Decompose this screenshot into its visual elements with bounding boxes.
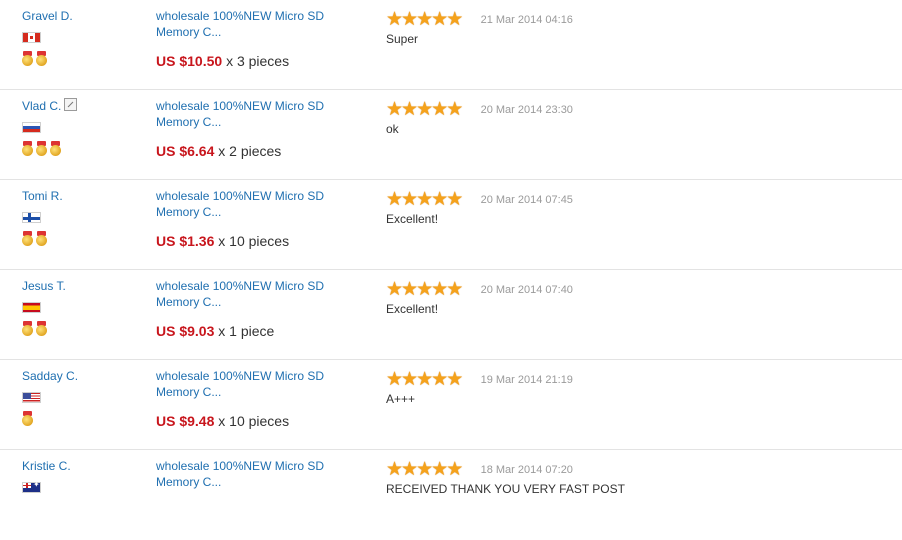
buyer-column: Vlad C. — [22, 98, 142, 157]
review-column: ★★★★★ 19 Mar 2014 21:19 A+++ — [386, 369, 886, 406]
order-price: US $6.64 — [156, 143, 215, 159]
review-column: ★★★★★ 21 Mar 2014 04:16 Super — [386, 9, 886, 46]
star-rating: ★★★★★ — [386, 189, 464, 210]
star-icon: ★ — [446, 279, 464, 300]
buyer-level-medals — [22, 51, 142, 67]
review-comment: Super — [386, 32, 419, 46]
order-price-line: US $9.48 x 10 pieces — [156, 413, 366, 429]
medal-icon — [22, 141, 33, 156]
review-column: ★★★★★ 20 Mar 2014 23:30 ok — [386, 99, 886, 136]
star-icon: ★ — [446, 189, 464, 210]
buyer-level-medals — [22, 411, 142, 427]
order-quantity: x 10 pieces — [218, 233, 290, 249]
usa-flag-icon — [22, 392, 41, 403]
order-quantity: x 3 pieces — [226, 53, 290, 69]
buyer-column: Jesus T. — [22, 278, 142, 337]
product-link[interactable]: wholesale 100%NEW Micro SD Memory C... — [156, 188, 341, 220]
review-date: 20 Mar 2014 07:45 — [480, 193, 573, 206]
order-price-line: US $6.64 x 2 pieces — [156, 143, 366, 159]
review-date: 20 Mar 2014 23:30 — [480, 103, 573, 116]
feedback-row: Tomi R. wholesale 100%NEW Micro SD Memor… — [0, 180, 902, 270]
spain-flag-icon — [22, 302, 41, 313]
australia-flag-icon — [22, 480, 41, 493]
order-price-line: US $1.36 x 10 pieces — [156, 233, 366, 249]
medal-icon — [36, 231, 47, 246]
review-comment: Excellent! — [386, 212, 439, 226]
review-comment: ok — [386, 122, 399, 136]
review-date: 21 Mar 2014 04:16 — [480, 13, 573, 26]
star-rating: ★★★★★ — [386, 459, 464, 480]
feedback-row: Gravel D. wholesale 100%NEW Micro SD Mem… — [0, 0, 902, 90]
medal-icon — [22, 321, 33, 336]
medal-icon — [50, 141, 61, 156]
buyer-name-link[interactable]: Jesus T. — [22, 278, 66, 294]
buyer-name-link[interactable]: Sadday C. — [22, 368, 78, 384]
medal-icon — [22, 231, 33, 246]
star-icon: ★ — [446, 99, 464, 120]
buyer-column: Kristie C. — [22, 458, 142, 493]
buyer-column: Gravel D. — [22, 8, 142, 67]
order-price: US $9.48 — [156, 413, 215, 429]
feedback-row: Jesus T. wholesale 100%NEW Micro SD Memo… — [0, 270, 902, 360]
medal-icon — [36, 321, 47, 336]
product-link[interactable]: wholesale 100%NEW Micro SD Memory C... — [156, 458, 341, 490]
product-column: wholesale 100%NEW Micro SD Memory C... U… — [156, 368, 366, 429]
order-price: US $10.50 — [156, 53, 223, 69]
buyer-name-link[interactable]: Tomi R. — [22, 188, 63, 204]
product-link[interactable]: wholesale 100%NEW Micro SD Memory C... — [156, 8, 341, 40]
order-quantity: x 10 pieces — [218, 413, 290, 429]
review-comment: A+++ — [386, 392, 416, 406]
medal-icon — [36, 51, 47, 66]
feedback-row: Sadday C. wholesale 100%NEW Micro SD Mem… — [0, 360, 902, 450]
review-column: ★★★★★ 18 Mar 2014 07:20 RECEIVED THANK Y… — [386, 459, 886, 496]
medal-icon — [36, 141, 47, 156]
star-rating: ★★★★★ — [386, 369, 464, 390]
product-link[interactable]: wholesale 100%NEW Micro SD Memory C... — [156, 368, 341, 400]
product-column: wholesale 100%NEW Micro SD Memory C... U… — [156, 98, 366, 159]
edit-note-icon[interactable] — [64, 98, 78, 111]
russia-flag-icon — [22, 122, 41, 133]
product-link[interactable]: wholesale 100%NEW Micro SD Memory C... — [156, 278, 341, 310]
star-icon: ★ — [446, 459, 464, 480]
product-link[interactable]: wholesale 100%NEW Micro SD Memory C... — [156, 98, 341, 130]
product-column: wholesale 100%NEW Micro SD Memory C... U… — [156, 188, 366, 249]
product-column: wholesale 100%NEW Micro SD Memory C... U… — [156, 8, 366, 69]
review-date: 18 Mar 2014 07:20 — [480, 463, 573, 476]
medal-icon — [22, 411, 33, 426]
feedback-list: Gravel D. wholesale 100%NEW Micro SD Mem… — [0, 0, 902, 540]
review-column: ★★★★★ 20 Mar 2014 07:45 Excellent! — [386, 189, 886, 226]
review-date: 20 Mar 2014 07:40 — [480, 283, 573, 296]
order-price-line: US $9.03 x 1 piece — [156, 323, 366, 339]
buyer-column: Sadday C. — [22, 368, 142, 427]
star-rating: ★★★★★ — [386, 99, 464, 120]
buyer-level-medals — [22, 321, 142, 337]
buyer-column: Tomi R. — [22, 188, 142, 247]
order-quantity: x 2 pieces — [218, 143, 282, 159]
feedback-row: Kristie C. wholesale 100%NEW Micro SD Me… — [0, 450, 902, 540]
canada-flag-icon — [22, 32, 41, 43]
review-date: 19 Mar 2014 21:19 — [480, 373, 573, 386]
medal-icon — [22, 51, 33, 66]
buyer-name-link[interactable]: Kristie C. — [22, 458, 71, 474]
buyer-level-medals — [22, 141, 142, 157]
review-comment: RECEIVED THANK YOU VERY FAST POST — [386, 482, 625, 496]
review-comment: Excellent! — [386, 302, 439, 316]
review-column: ★★★★★ 20 Mar 2014 07:40 Excellent! — [386, 279, 886, 316]
order-price: US $9.03 — [156, 323, 215, 339]
buyer-name-link[interactable]: Vlad C. — [22, 98, 61, 114]
star-icon: ★ — [446, 9, 464, 30]
product-column: wholesale 100%NEW Micro SD Memory C... U… — [156, 278, 366, 339]
finland-flag-icon — [22, 212, 41, 223]
buyer-level-medals — [22, 231, 142, 247]
order-quantity: x 1 piece — [218, 323, 275, 339]
star-icon: ★ — [446, 369, 464, 390]
star-rating: ★★★★★ — [386, 279, 464, 300]
star-rating: ★★★★★ — [386, 9, 464, 30]
buyer-name-link[interactable]: Gravel D. — [22, 8, 73, 24]
product-column: wholesale 100%NEW Micro SD Memory C... — [156, 458, 366, 490]
order-price: US $1.36 — [156, 233, 215, 249]
order-price-line: US $10.50 x 3 pieces — [156, 53, 366, 69]
feedback-row: Vlad C. wholesale 100%NEW Micro SD Memor… — [0, 90, 902, 180]
